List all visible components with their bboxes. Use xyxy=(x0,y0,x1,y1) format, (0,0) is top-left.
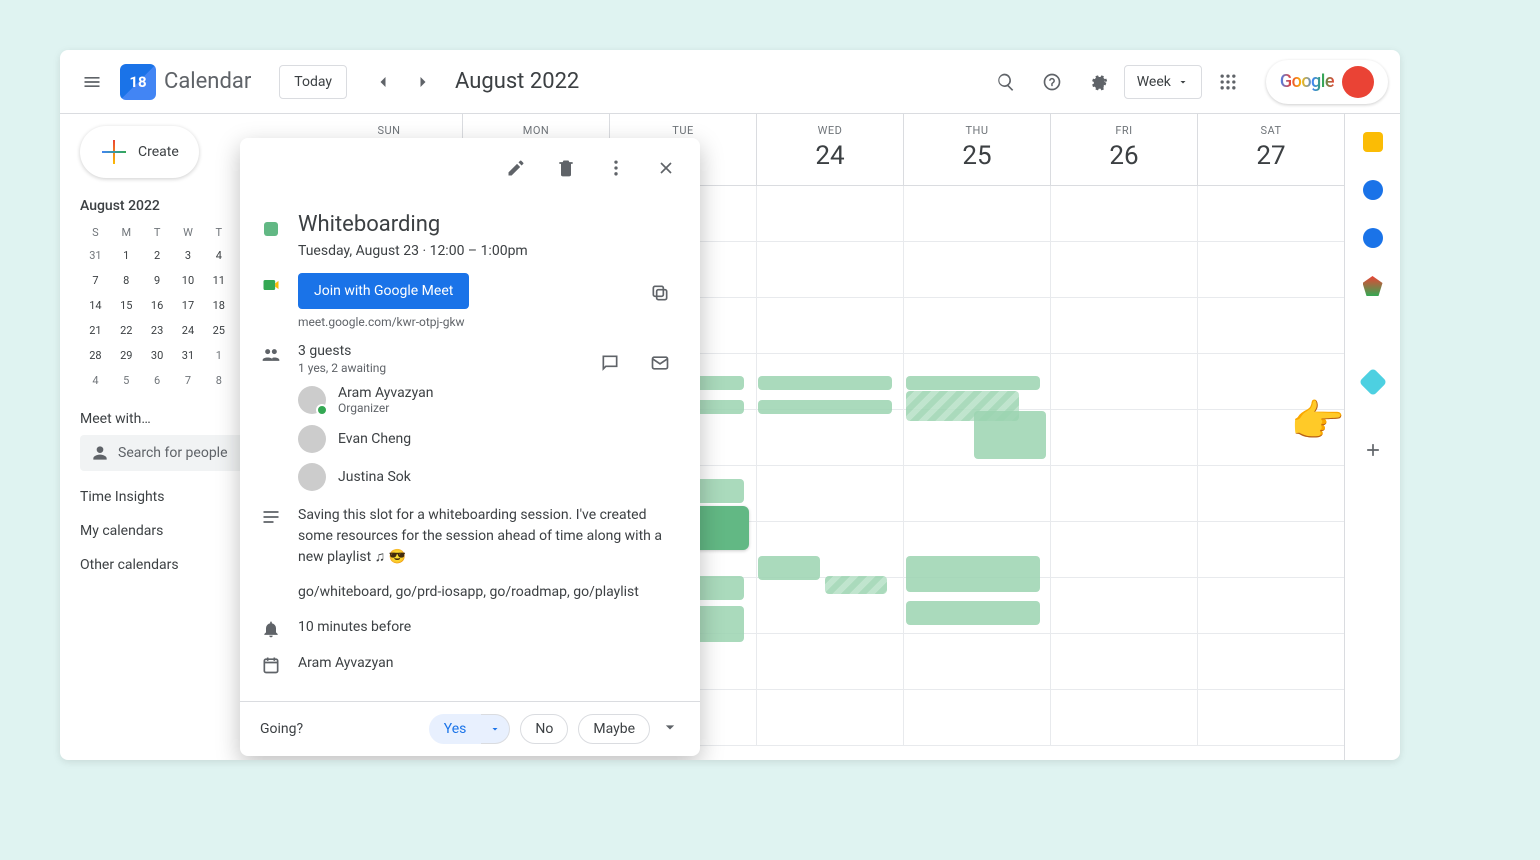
event-description-1: Saving this slot for a whiteboarding ses… xyxy=(298,505,680,568)
next-period-button[interactable] xyxy=(403,62,443,102)
add-addon-icon[interactable] xyxy=(1353,430,1393,470)
guest-name: Aram Ayvazyan xyxy=(338,385,434,401)
event-time: Tuesday, August 23 · 12:00 – 1:00pm xyxy=(298,243,528,259)
create-button-label: Create xyxy=(138,144,179,160)
addons-sidebar xyxy=(1344,114,1400,760)
copy-meet-link-button[interactable] xyxy=(640,273,680,313)
rsvp-maybe-button[interactable]: Maybe xyxy=(578,714,650,744)
rsvp-expand-button[interactable] xyxy=(660,717,680,741)
event-title: Whiteboarding xyxy=(298,212,528,237)
plus-icon xyxy=(100,138,128,166)
going-label: Going? xyxy=(260,721,303,737)
guest-row[interactable]: Aram AyvazyanOrganizer xyxy=(298,385,574,415)
rsvp-yes-button[interactable]: Yes xyxy=(429,714,482,744)
product-name: Calendar xyxy=(164,69,251,94)
view-selector[interactable]: Week xyxy=(1124,65,1202,99)
menu-icon[interactable] xyxy=(72,62,112,102)
header-right: Week Google xyxy=(986,60,1388,104)
contacts-addon-icon[interactable] xyxy=(1363,228,1383,248)
event-block[interactable] xyxy=(906,556,1040,592)
day-column: THU25 xyxy=(904,114,1051,185)
reminder-text: 10 minutes before xyxy=(298,617,411,638)
today-button[interactable]: Today xyxy=(279,65,347,99)
help-icon[interactable] xyxy=(1032,62,1072,102)
current-period-title: August 2022 xyxy=(455,69,579,94)
guests-count: 3 guests xyxy=(298,343,574,359)
tasks-addon-icon[interactable] xyxy=(1363,180,1383,200)
calendar-owner: Aram Ayvazyan xyxy=(298,653,394,674)
prev-period-button[interactable] xyxy=(363,62,403,102)
event-block[interactable] xyxy=(758,400,892,414)
nav-arrows xyxy=(363,62,443,102)
day-column: SAT27 xyxy=(1198,114,1344,185)
logo-day-icon: 18 xyxy=(120,64,156,100)
more-options-button[interactable] xyxy=(596,148,636,188)
guests-icon xyxy=(260,343,282,365)
edit-event-button[interactable] xyxy=(496,148,536,188)
settings-icon[interactable] xyxy=(1078,62,1118,102)
event-block[interactable] xyxy=(758,376,892,390)
pointing-hand-icon: 👉 xyxy=(1290,395,1345,447)
event-block[interactable] xyxy=(906,601,1040,625)
maps-addon-icon[interactable] xyxy=(1363,276,1383,296)
guest-role: Organizer xyxy=(338,401,434,415)
search-people-placeholder: Search for people xyxy=(118,445,228,461)
rsvp-yes-dropdown[interactable] xyxy=(481,714,510,744)
account-chip[interactable]: Google xyxy=(1266,60,1388,104)
product-logo: 18 Calendar xyxy=(120,64,251,100)
keep-addon-icon[interactable] xyxy=(1363,132,1383,152)
meet-icon xyxy=(260,273,282,295)
create-button[interactable]: Create xyxy=(80,126,199,178)
popup-body: Whiteboarding Tuesday, August 23 · 12:00… xyxy=(240,212,700,701)
calendar-window: 18 Calendar Today August 2022 Week Googl… xyxy=(60,50,1400,760)
event-details-popup: Whiteboarding Tuesday, August 23 · 12:00… xyxy=(240,138,700,756)
custom-addon-icon[interactable] xyxy=(1358,368,1386,396)
event-block[interactable] xyxy=(906,376,1040,390)
event-block[interactable] xyxy=(974,411,1046,459)
guest-name: Justina Sok xyxy=(338,469,411,485)
guest-avatar xyxy=(298,463,326,491)
day-column: FRI26 xyxy=(1051,114,1198,185)
email-guests-button[interactable] xyxy=(640,343,680,383)
guests-status: 1 yes, 2 awaiting xyxy=(298,361,574,375)
event-color-swatch xyxy=(264,222,278,236)
rsvp-yes-group: Yes xyxy=(429,714,511,744)
guest-actions xyxy=(590,343,680,383)
guest-avatar xyxy=(298,425,326,453)
chat-guests-button[interactable] xyxy=(590,343,630,383)
meet-url: meet.google.com/kwr-otpj-gkw xyxy=(298,315,624,329)
rsvp-footer: Going? Yes No Maybe xyxy=(240,701,700,756)
google-logo-text: Google xyxy=(1280,71,1334,92)
day-column: WED24 xyxy=(757,114,904,185)
event-description-2: go/whiteboard, go/prd-iosapp, go/roadmap… xyxy=(298,582,680,603)
join-meet-button[interactable]: Join with Google Meet xyxy=(298,273,469,309)
popup-actions xyxy=(240,138,700,198)
search-icon[interactable] xyxy=(986,62,1026,102)
close-popup-button[interactable] xyxy=(646,148,686,188)
event-block[interactable] xyxy=(825,576,887,594)
guest-row[interactable]: Justina Sok xyxy=(298,463,574,491)
guest-avatar xyxy=(298,386,326,414)
event-block[interactable] xyxy=(758,556,820,580)
account-avatar xyxy=(1342,66,1374,98)
reminder-icon xyxy=(260,617,282,639)
guest-row[interactable]: Evan Cheng xyxy=(298,425,574,453)
people-icon xyxy=(90,443,110,463)
header-bar: 18 Calendar Today August 2022 Week Googl… xyxy=(60,50,1400,114)
rsvp-no-button[interactable]: No xyxy=(520,714,568,744)
description-icon xyxy=(260,505,282,527)
view-selector-label: Week xyxy=(1137,74,1171,90)
calendar-owner-icon xyxy=(260,653,282,675)
guest-name: Evan Cheng xyxy=(338,431,411,447)
apps-icon[interactable] xyxy=(1208,62,1248,102)
delete-event-button[interactable] xyxy=(546,148,586,188)
